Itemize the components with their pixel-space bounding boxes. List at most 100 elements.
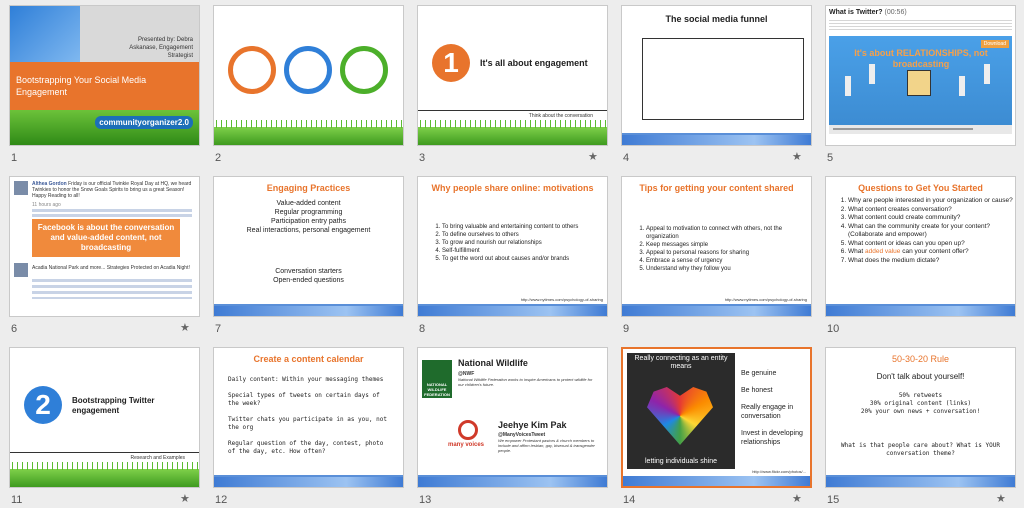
practice-item: Conversation starters [275,268,342,275]
footer-bar [418,477,607,487]
list-item: What added value can your content offer? [848,248,1015,257]
slide-12-title: Create a content calendar [253,354,364,364]
footer-bar [622,306,811,316]
download-button[interactable]: Download [980,40,1009,48]
practice-item: Open-ended questions [273,277,344,284]
figure-icon [845,76,851,96]
slide-number: 4 [623,152,630,164]
slide-15-title: 50-30-20 Rule [891,354,950,364]
facebook-post: Acadia National Park and more... Strateg… [32,265,190,271]
source-link[interactable]: http://www.nytimes.com/psychology-of-sha… [725,297,807,302]
video-controls[interactable] [829,125,1012,134]
rule-list: 50% retweets 30% original content (links… [826,392,1015,416]
slide-number: 13 [419,494,432,506]
slide-number: 14 [623,494,636,506]
comment-lines [32,209,192,219]
slide-thumbnail-7[interactable]: Engaging Practices Value-added content R… [213,176,404,317]
slide-number: 2 [215,152,222,164]
grass-band [418,120,607,145]
avatar [14,181,28,195]
slide-thumbnail-9[interactable]: Tips for getting your content shared App… [621,176,812,317]
list-item: What can the community create for your c… [848,223,1015,240]
video-description [829,20,1012,32]
slide-number: 6 [11,323,18,335]
slide-thumbnail-12[interactable]: Create a content calendar Daily content:… [213,347,404,488]
calendar-item: Special types of tweets on certain days … [228,392,380,407]
animation-star-icon[interactable]: ★ [996,492,1006,505]
slide-thumbnail-15[interactable]: 50-30-20 Rule Don't talk about yourself!… [825,347,1016,488]
list-item: 50% retweets [898,392,943,399]
video-duration: (00:56) [884,9,907,16]
slide-thumbnail-1[interactable]: Presented by: Debra Askanase, Engagement… [9,5,200,146]
slide-thumbnail-13[interactable]: NATIONAL WILDLIFE FEDERATION National Wi… [417,347,608,488]
slide-thumbnail-3[interactable]: 1 It's all about engagement Think about … [417,5,608,146]
facebook-post: Althea Gordon Friday is our official Twi… [32,181,192,199]
animation-star-icon[interactable]: ★ [180,492,190,505]
divider [10,452,199,453]
list-item: Understand why they follow you [646,265,806,273]
slide-number: 7 [215,323,222,335]
calendar-notes: Daily content: Within your messaging the… [228,376,393,456]
list-item: Keep messages simple [646,241,806,249]
footer-bar [826,306,1015,316]
post-meta: 11 hours ago [32,202,61,208]
slide-thumbnail-5[interactable]: What is Twitter? (00:56) It's about RELA… [825,5,1016,146]
list-item: Really engage in conversation [741,404,794,420]
section-number-1-icon: 1 [432,44,470,82]
person-description: We empower Protestant pastors & church m… [498,438,595,453]
practice-item: Regular programming [274,209,343,216]
slide-thumbnail-8[interactable]: Why people share online: motivations To … [417,176,608,317]
avatar [14,263,28,277]
slide-thumbnail-4[interactable]: The social media funnel [621,5,812,146]
nwf-logo: NATIONAL WILDLIFE FEDERATION [422,360,452,398]
presenter-text: Presented by: Debra Askanase, Engagement… [129,37,193,59]
grass-band [214,120,403,145]
slide-10-title: Questions to Get You Started [858,183,983,193]
funnel-placeholder-box [642,38,804,120]
list-item: To get the word out about causes and/or … [442,255,602,263]
practice-item: Value-added content [276,200,341,207]
slide-number: 8 [419,323,426,335]
list-item: Appeal to motivation to connect with oth… [646,225,806,241]
source-link[interactable]: http://www.flickr.com/photos/... [752,469,806,474]
animation-star-icon[interactable]: ★ [588,150,598,163]
slide-thumbnail-11[interactable]: 2 Bootstrapping Twitter engagement Resea… [9,347,200,488]
slide-thumbnail-6[interactable]: Althea Gordon Friday is our official Twi… [9,176,200,317]
list-item: What content creates conversation? [848,206,1015,215]
animation-star-icon[interactable]: ★ [180,321,190,334]
footer-bar [418,306,607,316]
practice-item: Participation entry paths [270,218,347,225]
slide-number: 12 [215,494,228,506]
video-progress-bar[interactable] [833,128,973,130]
image-caption-top: Really connecting as an entity means [634,355,728,370]
slide-thumbnail-10[interactable]: Questions to Get You Started Why are peo… [825,176,1016,317]
list-item: What does the medium dictate? [848,257,1015,266]
animation-star-icon[interactable]: ★ [792,150,802,163]
figure-icon [984,64,990,84]
video-player[interactable]: It's about RELATIONSHIPS, not broadcasti… [829,36,1012,134]
many-voices-logo-icon [458,420,478,440]
slide-1-title: Bootstrapping Your Social Media Engageme… [16,75,147,97]
title-band: Bootstrapping Your Social Media Engageme… [10,62,199,110]
footer-bar [214,306,403,316]
decor-blue-block [10,6,80,62]
person-name: Jeehye Kim Pak [498,420,567,430]
slide-thumbnail-2[interactable] [213,5,404,146]
list-item: 20% your own news + conversation! [860,408,981,415]
source-link[interactable]: http://www.nytimes.com/psychology-of-sha… [521,297,603,302]
calendar-item: Regular question of the day, contest, ph… [228,440,384,455]
practice-item: Real interactions, personal engagement [246,227,371,234]
org-description: National Wildlife Federation works to in… [458,377,593,387]
list-item: 30% original content (links) [869,400,972,407]
image-caption-bottom: letting individuals shine [645,458,717,465]
animation-star-icon[interactable]: ★ [792,492,802,505]
tips-list: Appeal to motivation to connect with oth… [632,225,806,273]
slide-number: 11 [11,494,23,506]
slide-3-title: It's all about engagement [480,58,588,68]
slide-thumbnail-14-selected[interactable]: Really connecting as an entity means let… [621,347,812,488]
video-overlay-text: It's about RELATIONSHIPS, not broadcasti… [854,48,988,69]
footer-bar [214,477,403,487]
calendar-item: Twitter chats you participate in as you,… [228,416,387,431]
list-item: Be honest [741,387,773,394]
slide-number: 9 [623,323,630,335]
